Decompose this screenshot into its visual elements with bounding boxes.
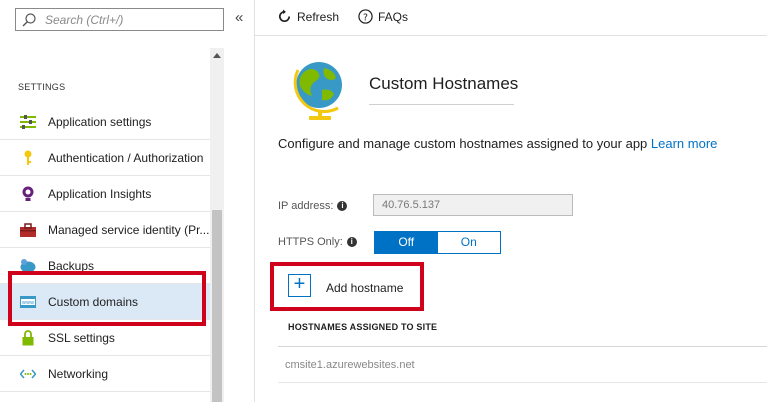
menu-item-label: SSL settings bbox=[48, 330, 115, 345]
table-divider bbox=[278, 346, 767, 347]
refresh-icon bbox=[279, 9, 291, 22]
menu-item-application-settings[interactable]: Application settings bbox=[0, 104, 210, 140]
settings-blade: Search (Ctrl+/) « SETTINGS Application s… bbox=[0, 0, 255, 402]
description-text: Configure and manage custom hostnames as… bbox=[278, 136, 648, 151]
svg-text:?: ? bbox=[363, 12, 368, 23]
table-divider bbox=[278, 382, 767, 383]
description: Configure and manage custom hostnames as… bbox=[278, 136, 717, 151]
key-icon bbox=[20, 150, 36, 166]
search-input[interactable]: Search (Ctrl+/) bbox=[15, 8, 224, 31]
title-divider bbox=[369, 104, 514, 105]
page-title: Custom Hostnames bbox=[369, 74, 519, 93]
ip-address-field: 40.76.5.137 bbox=[373, 194, 573, 216]
search-placeholder: Search (Ctrl+/) bbox=[45, 13, 124, 27]
https-only-toggle[interactable]: Off On bbox=[374, 231, 501, 254]
app-insights-icon bbox=[20, 186, 36, 202]
menu-item-label: Authentication / Authorization bbox=[48, 150, 204, 165]
menu-item-managed-service-identity[interactable]: Managed service identity (Pr... bbox=[0, 212, 210, 248]
https-on-option[interactable]: On bbox=[437, 232, 500, 253]
globe-icon bbox=[293, 62, 342, 120]
networking-icon bbox=[20, 366, 36, 382]
app-settings-icon bbox=[20, 114, 36, 130]
help-icon: ? bbox=[358, 9, 373, 24]
menu-scrollbar[interactable] bbox=[210, 48, 224, 402]
menu-item-application-insights[interactable]: Application Insights bbox=[0, 176, 210, 212]
menu-item-label: Application settings bbox=[48, 114, 152, 129]
https-only-label-text: HTTPS Only: bbox=[278, 236, 343, 248]
info-icon[interactable]: i bbox=[337, 201, 348, 211]
https-only-label: HTTPS Only: i bbox=[278, 236, 357, 248]
ip-address-label-text: IP address: bbox=[278, 200, 334, 212]
faqs-label: FAQs bbox=[378, 9, 409, 24]
scrollbar-thumb[interactable] bbox=[212, 210, 222, 402]
menu-item-label: Managed service identity (Pr... bbox=[48, 222, 210, 237]
table-row[interactable]: cmsite1.azurewebsites.net bbox=[285, 359, 415, 371]
scroll-up-icon[interactable] bbox=[213, 53, 221, 58]
learn-more-link[interactable]: Learn more bbox=[651, 136, 717, 151]
https-off-option[interactable]: Off bbox=[375, 232, 438, 253]
highlight-box-add-hostname bbox=[270, 262, 424, 311]
section-label-settings: SETTINGS bbox=[18, 82, 66, 92]
highlight-box-custom-domains bbox=[8, 271, 206, 326]
collapse-icon[interactable]: « bbox=[235, 9, 243, 26]
menu-item-networking[interactable]: Networking bbox=[0, 356, 210, 392]
faqs-button[interactable]: ? FAQs bbox=[358, 9, 408, 24]
refresh-button[interactable]: Refresh bbox=[277, 9, 339, 24]
refresh-label: Refresh bbox=[297, 9, 340, 24]
menu-item-authentication[interactable]: Authentication / Authorization bbox=[0, 140, 210, 176]
search-icon bbox=[22, 13, 36, 27]
menu-item-label: Application Insights bbox=[48, 186, 152, 201]
ip-address-label: IP address: i bbox=[278, 200, 348, 212]
menu-item-label: Networking bbox=[48, 366, 109, 381]
settings-menu: Application settings Authentication / Au… bbox=[0, 104, 210, 392]
command-bar: Refresh ? FAQs bbox=[255, 0, 767, 36]
toolbox-icon bbox=[20, 222, 36, 238]
hostnames-table-header: HOSTNAMES ASSIGNED TO SITE bbox=[288, 322, 438, 332]
info-icon[interactable]: i bbox=[346, 237, 357, 247]
lock-icon bbox=[20, 329, 36, 346]
